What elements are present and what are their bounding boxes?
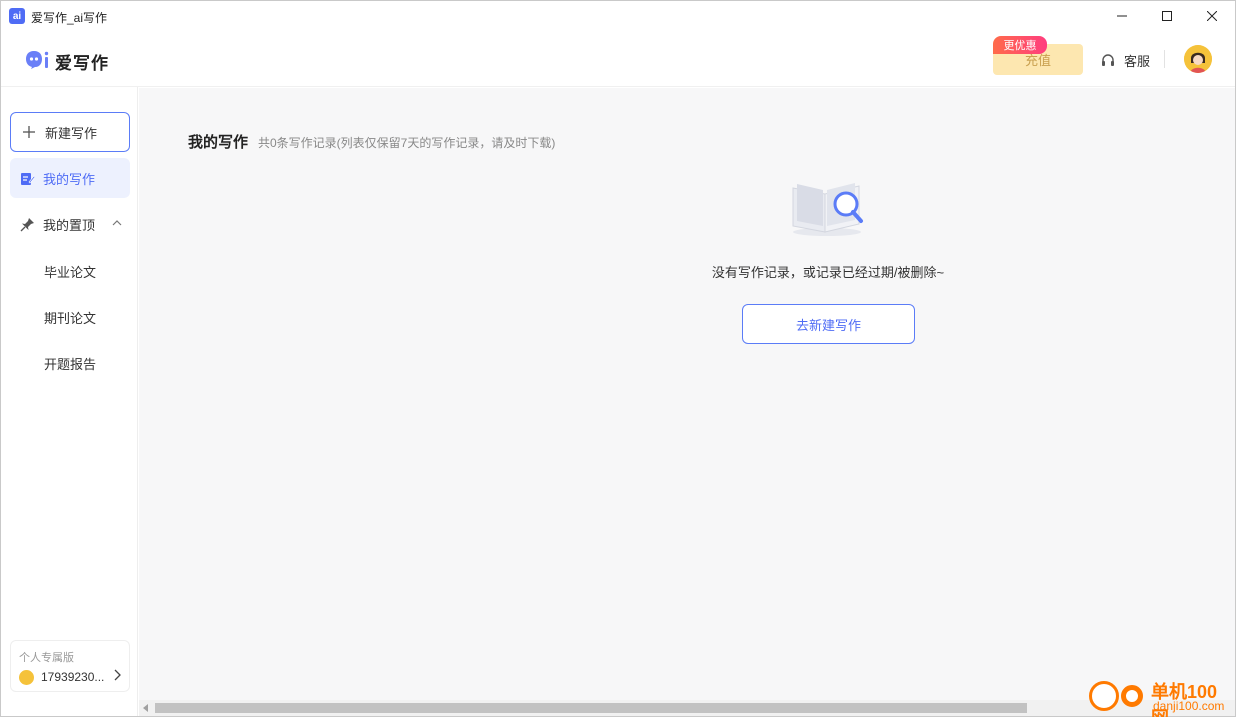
chevron-up-icon[interactable] (112, 218, 122, 228)
title-bar: ai 爱写作_ai写作 (1, 1, 1235, 31)
sidebar-subitem-graduation-thesis[interactable]: 毕业论文 (44, 262, 96, 281)
page-title: 我的写作 (188, 134, 249, 151)
maximize-button[interactable] (1144, 1, 1190, 31)
avatar-icon (1184, 45, 1212, 73)
chevron-right-icon (114, 669, 121, 681)
app-window: ai 爱写作_ai写作 爱写作 充值 更优惠 客服 新建写作 我的写作 我的置顶… (0, 0, 1236, 717)
app-icon: ai (9, 8, 25, 24)
site-watermark: 单机100网 danji100.com (1085, 675, 1235, 717)
account-card[interactable]: 个人专属版 17939230... (10, 640, 130, 692)
user-avatar[interactable] (1184, 45, 1212, 73)
customer-service-button[interactable]: 客服 (1100, 51, 1150, 70)
promo-badge: 更优惠 (993, 36, 1047, 54)
pin-icon (20, 217, 34, 231)
scroll-left-icon[interactable] (143, 704, 148, 712)
app-header: 爱写作 充值 更优惠 客服 (1, 31, 1235, 87)
new-writing-label: 新建写作 (45, 125, 98, 141)
watermark-circle-icon (1121, 685, 1143, 707)
watermark-plus-icon (1089, 681, 1119, 711)
edit-icon (21, 172, 35, 185)
page-subtitle: 共0条写作记录(列表仅保留7天的写作记录，请及时下载) (258, 136, 556, 150)
headset-icon (1102, 53, 1114, 66)
scrollbar-thumb[interactable] (155, 703, 1027, 713)
header-divider (1164, 50, 1165, 68)
service-label: 客服 (1124, 54, 1151, 69)
empty-book-search-icon (792, 183, 863, 236)
close-button[interactable] (1189, 1, 1235, 31)
horizontal-scrollbar[interactable] (139, 700, 1235, 716)
mini-avatar (19, 670, 34, 685)
window-title: 爱写作_ai写作 (31, 11, 108, 25)
account-user-id: 17939230... (41, 670, 105, 684)
sidebar-item-label: 我的写作 (43, 171, 96, 187)
empty-state-text: 没有写作记录，或记录已经过期/被删除~ (711, 265, 945, 280)
plus-icon (23, 126, 35, 138)
sidebar-item-my-writing[interactable]: 我的写作 (10, 158, 130, 198)
watermark-url: danji100.com (1153, 699, 1225, 713)
maximize-icon (1162, 11, 1172, 21)
sidebar-subitem-proposal-report[interactable]: 开题报告 (44, 354, 96, 373)
brand-name: 爱写作 (55, 54, 109, 73)
sidebar-item-my-pinned[interactable]: 我的置顶 (10, 204, 130, 244)
close-icon (1207, 11, 1217, 21)
main-content: 我的写作 共0条写作记录(列表仅保留7天的写作记录，请及时下载) 没有写作记录，… (139, 88, 1235, 700)
minimize-icon (1117, 15, 1127, 17)
sidebar: 新建写作 我的写作 我的置顶 毕业论文 期刊论文 开题报告 个人专属版 1793… (1, 87, 138, 716)
sidebar-item-label: 我的置顶 (43, 217, 96, 233)
account-edition: 个人专属版 (19, 652, 74, 664)
sidebar-subitem-journal-paper[interactable]: 期刊论文 (44, 308, 96, 327)
minimize-button[interactable] (1099, 1, 1145, 31)
brand-logo-icon (26, 51, 49, 69)
go-new-writing-button[interactable]: 去新建写作 (742, 304, 915, 344)
new-writing-button[interactable]: 新建写作 (10, 112, 130, 152)
